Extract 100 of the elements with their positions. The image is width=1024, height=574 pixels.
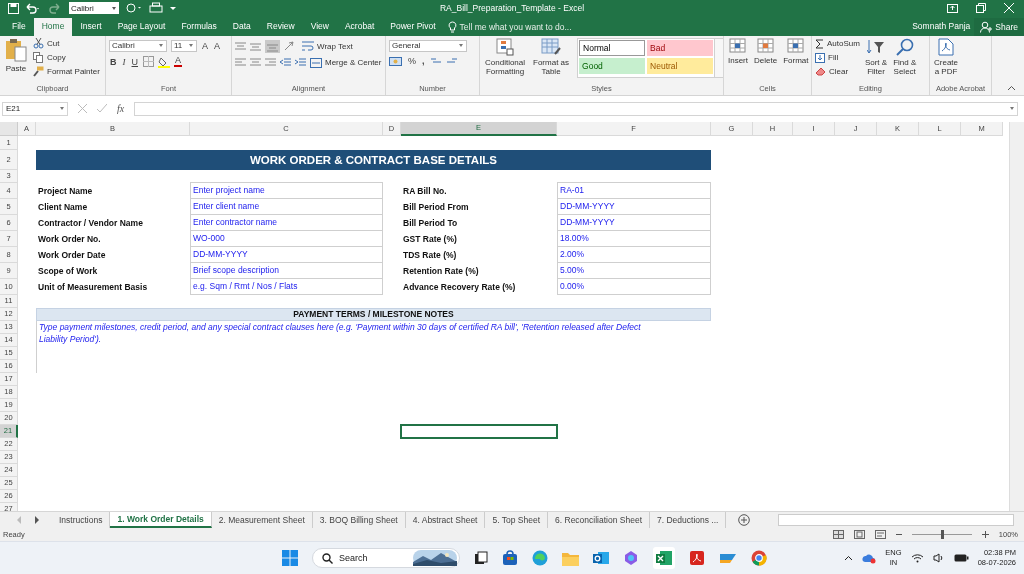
cell-style[interactable]: Bad xyxy=(647,39,714,56)
percent-button[interactable]: % xyxy=(407,56,417,67)
ribbon-tab[interactable]: Data xyxy=(224,17,259,36)
sheet-tab[interactable]: 5. Top Sheet xyxy=(485,511,549,528)
spreadsheet-app-icon[interactable] xyxy=(653,547,675,570)
formula-input[interactable] xyxy=(134,101,1018,116)
collapse-ribbon-icon[interactable] xyxy=(1007,84,1016,91)
cells-button[interactable]: Delete xyxy=(753,37,779,84)
sheet-tab[interactable]: 6. Reconciliation Sheet xyxy=(548,511,650,528)
name-box[interactable]: E21 xyxy=(2,101,68,116)
save-icon[interactable] xyxy=(8,2,19,14)
user-name[interactable]: Somnath Panja xyxy=(912,17,971,36)
field-value[interactable]: Enter project name xyxy=(190,181,383,199)
wifi-icon[interactable] xyxy=(910,553,924,564)
ribbon-tab[interactable]: View xyxy=(302,17,337,36)
printer-icon[interactable] xyxy=(149,2,163,15)
find-select-button[interactable]: Find & Select xyxy=(892,37,918,84)
sheet-tab[interactable]: 2. Measurement Sheet xyxy=(211,511,313,528)
clear-button[interactable]: Clear xyxy=(815,65,860,78)
field-value[interactable]: 5.00% xyxy=(557,261,711,279)
increase-font-size-button[interactable]: A xyxy=(201,40,209,51)
horizontal-scrollbar[interactable] xyxy=(778,513,1014,526)
ribbon-tab[interactable]: File xyxy=(4,17,34,36)
decrease-font-size-button[interactable]: A xyxy=(213,40,222,51)
ribbon-tab[interactable]: Home xyxy=(33,17,73,36)
insert-function-button[interactable]: fx xyxy=(117,103,125,115)
cut-button[interactable]: Cut xyxy=(33,37,100,50)
page-layout-view-icon[interactable] xyxy=(853,529,865,539)
italic-button[interactable]: I xyxy=(121,56,127,67)
cell-style[interactable]: Neutral xyxy=(647,57,714,74)
format-painter-button[interactable]: Format Painter xyxy=(33,65,100,78)
cell-style[interactable]: Normal xyxy=(579,39,646,56)
cells-button[interactable]: Format xyxy=(782,37,810,84)
decrease-indent-icon[interactable] xyxy=(280,58,291,68)
currency-icon[interactable] xyxy=(389,55,403,67)
chevron-up-icon[interactable] xyxy=(844,555,854,562)
ribbon-display-icon[interactable] xyxy=(947,3,958,13)
taskbar-search[interactable]: Search xyxy=(312,548,460,569)
next-sheet-icon[interactable] xyxy=(34,515,40,524)
fill-color-icon[interactable] xyxy=(158,55,170,68)
cloud-icon[interactable] xyxy=(862,552,877,564)
page-break-view-icon[interactable] xyxy=(874,529,886,539)
battery-icon[interactable] xyxy=(953,554,969,563)
ribbon-tab[interactable]: Review xyxy=(258,17,303,36)
ribbon-tab[interactable]: Insert xyxy=(72,17,110,36)
cell-style[interactable]: Good xyxy=(579,57,646,74)
share-button[interactable]: Share xyxy=(974,17,1024,36)
cells-button[interactable]: Insert xyxy=(727,37,749,84)
copy-button[interactable]: Copy xyxy=(33,51,100,64)
field-value[interactable]: 2.00% xyxy=(557,245,711,263)
ribbon-tab[interactable]: Power Pivot xyxy=(382,17,444,36)
app-icon[interactable] xyxy=(719,551,737,566)
normal-view-icon[interactable] xyxy=(832,529,844,539)
sheet-tab[interactable]: 1. Work Order Details xyxy=(110,511,212,528)
number-format-dropdown[interactable]: General xyxy=(389,39,467,52)
undo-icon[interactable] xyxy=(25,2,41,14)
add-sheet-icon[interactable] xyxy=(738,513,751,526)
font-size-dropdown[interactable]: 11 xyxy=(171,39,197,52)
chrome-icon[interactable] xyxy=(751,550,767,567)
font-name-dropdown[interactable]: Calibri xyxy=(109,39,167,52)
borders-icon[interactable] xyxy=(143,56,154,68)
pdf-app-icon[interactable] xyxy=(689,550,705,567)
font-dropdown[interactable]: Calibri xyxy=(69,2,119,15)
selected-cell[interactable] xyxy=(400,423,558,439)
close-icon[interactable] xyxy=(1004,3,1014,14)
field-value[interactable]: RA-01 xyxy=(557,181,711,199)
underline-button[interactable]: U xyxy=(130,56,139,67)
volume-icon[interactable] xyxy=(932,553,945,564)
notes-text[interactable]: Type payment milestones, credit period, and any special contract clauses here (e.g. 'Payment within 30 days of certified RA bill', 'Retention released after Defect Liability Period'). xyxy=(36,320,711,373)
merge-center-button[interactable]: Merge & Center xyxy=(310,56,382,69)
assistant-app-icon[interactable] xyxy=(623,550,639,567)
increase-indent-icon[interactable] xyxy=(295,58,306,68)
field-value[interactable]: WO-000 xyxy=(190,229,383,247)
field-value[interactable]: Brief scope description xyxy=(190,261,383,279)
customize-icon[interactable] xyxy=(169,4,177,13)
bold-button[interactable]: B xyxy=(109,56,118,67)
fill-button[interactable]: Fill xyxy=(815,51,860,64)
field-value[interactable]: 18.00% xyxy=(557,229,711,247)
font-color-button[interactable]: A xyxy=(174,56,182,68)
task-view-icon[interactable] xyxy=(474,551,488,566)
ribbon-tab[interactable]: Page Layout xyxy=(109,17,174,36)
tell-me-field[interactable]: Tell me what you want to do... xyxy=(447,17,572,36)
mail-app-icon[interactable] xyxy=(593,550,609,567)
field-value[interactable]: Enter client name xyxy=(190,197,383,215)
field-value[interactable]: DD-MM-YYYY xyxy=(557,197,711,215)
browser-icon[interactable] xyxy=(532,550,548,567)
comma-button[interactable]: , xyxy=(421,56,426,67)
field-value[interactable]: 0.00% xyxy=(557,277,711,295)
field-value[interactable]: Enter contractor name xyxy=(190,213,383,231)
ribbon-tab[interactable]: Acrobat xyxy=(336,17,383,36)
wrap-text-button[interactable]: Wrap Text xyxy=(302,40,353,53)
sheet-tab[interactable]: 3. BOQ Billing Sheet xyxy=(312,511,406,528)
conditional-formatting-button[interactable]: Conditional Formatting xyxy=(483,37,528,84)
field-value[interactable]: DD-MM-YYYY xyxy=(557,213,711,231)
sort-filter-button[interactable]: Sort & Filter xyxy=(863,37,889,84)
shapes-icon[interactable] xyxy=(125,2,143,15)
windows-icon[interactable] xyxy=(282,550,298,567)
zoom-in-icon[interactable] xyxy=(981,530,989,538)
field-value[interactable]: DD-MM-YYYY xyxy=(190,245,383,263)
create-pdf-button[interactable]: Create a PDF xyxy=(933,37,959,84)
